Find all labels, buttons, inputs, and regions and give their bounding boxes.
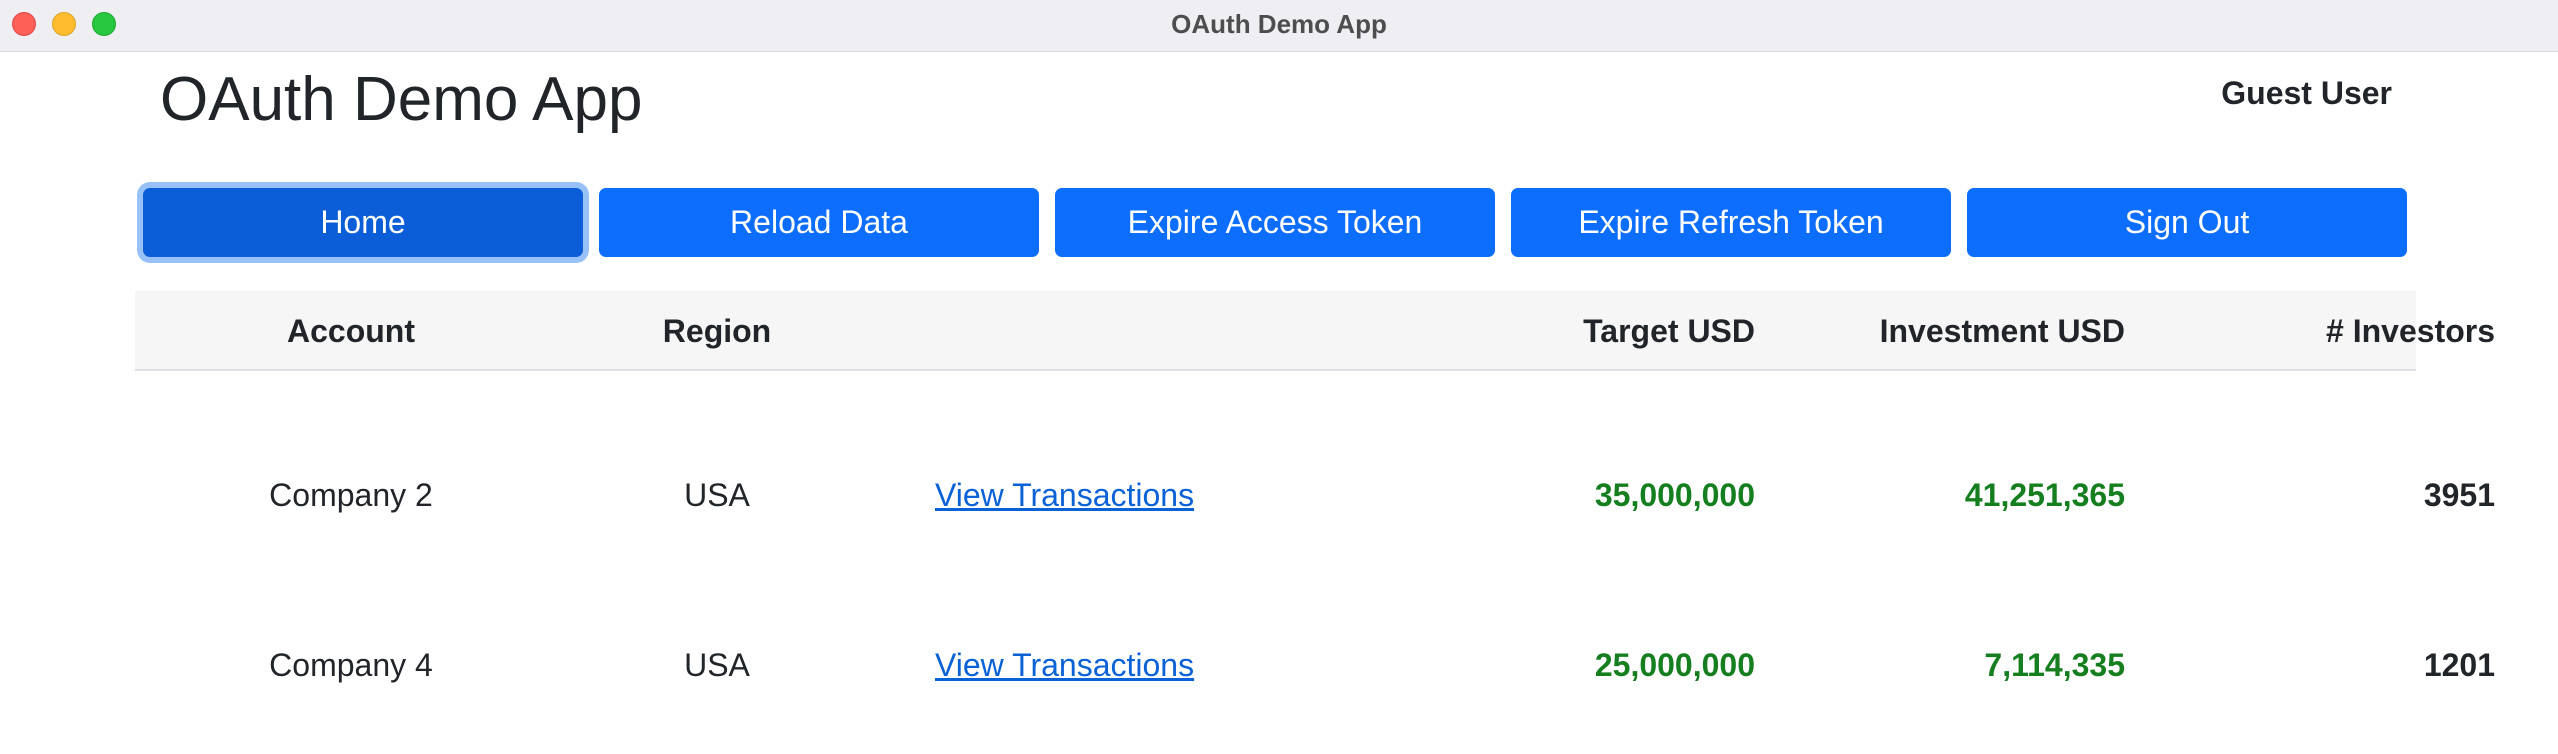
accounts-table: Account Region Target USD Investment USD… [135, 291, 2495, 711]
app-window: OAuth Demo App OAuth Demo App Guest User… [0, 0, 2558, 754]
expire-access-token-button[interactable]: Expire Access Token [1055, 188, 1495, 257]
table-header: Account Region Target USD Investment USD… [135, 291, 2495, 371]
investment-usd-cell: 41,251,365 [1964, 477, 2125, 513]
user-name: Guest User [2221, 75, 2392, 111]
column-header-account: Account [287, 313, 415, 349]
column-header-actions [935, 291, 1335, 371]
nav-bar: Home Reload Data Expire Access Token Exp… [143, 188, 2408, 257]
investors-cell: 1201 [2423, 647, 2495, 683]
page-title: OAuth Demo App [160, 65, 643, 134]
column-header-target-usd: Target USD [1583, 313, 1755, 349]
table-row: Company 2 USA View Transactions 35,000,0… [135, 371, 2495, 541]
column-header-region: Region [662, 313, 772, 349]
table-row: Company 4 USA View Transactions 25,000,0… [135, 541, 2495, 711]
view-transactions-link[interactable]: View Transactions [935, 477, 1194, 513]
view-transactions-link[interactable]: View Transactions [935, 647, 1194, 683]
region-cell: USA [684, 647, 750, 683]
title-bar: OAuth Demo App [0, 0, 2558, 52]
region-cell: USA [684, 477, 750, 513]
window-title: OAuth Demo App [1171, 9, 1387, 39]
investors-cell: 3951 [2423, 477, 2495, 513]
expire-refresh-token-button[interactable]: Expire Refresh Token [1511, 188, 1951, 257]
account-cell: Company 4 [269, 647, 433, 683]
reload-data-button[interactable]: Reload Data [599, 188, 1039, 257]
target-usd-cell: 35,000,000 [1594, 477, 1755, 513]
target-usd-cell: 25,000,000 [1594, 647, 1755, 683]
account-cell: Company 2 [269, 477, 433, 513]
column-header-investment-usd: Investment USD [1879, 313, 2125, 349]
column-header-investors: # Investors [2326, 313, 2495, 349]
sign-out-button[interactable]: Sign Out [1967, 188, 2407, 257]
investment-usd-cell: 7,114,335 [1984, 647, 2125, 683]
home-button[interactable]: Home [143, 188, 583, 257]
